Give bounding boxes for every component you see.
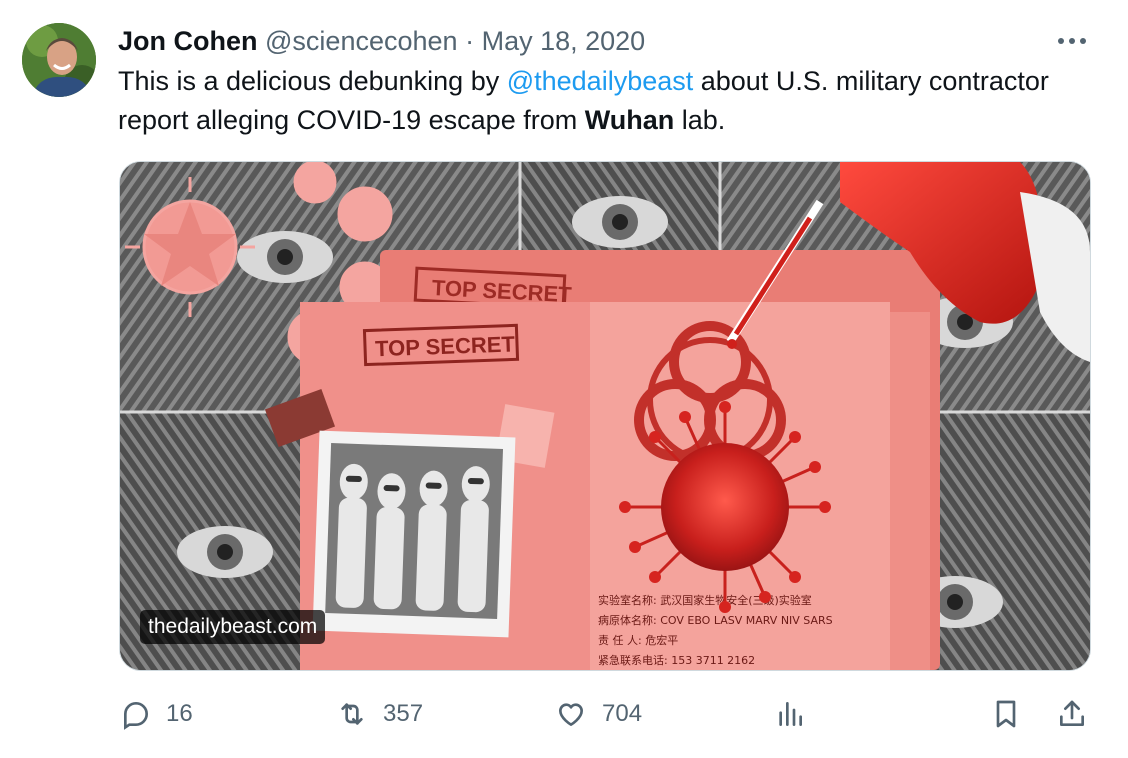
header-separator: ·: [465, 26, 475, 56]
retweet-icon: [335, 698, 369, 730]
more-options-button[interactable]: [1052, 24, 1092, 58]
retweet-button[interactable]: 357: [335, 690, 423, 738]
tweet-text-bold: Wuhan: [584, 105, 675, 135]
more-icon: [1057, 32, 1087, 50]
media-image[interactable]: TOP SECRET TOP SECRET 实验室名称: 武汉国家生物安全(三级…: [119, 161, 1091, 671]
like-button[interactable]: 704: [554, 690, 642, 738]
reply-button[interactable]: 16: [120, 690, 193, 738]
share-button[interactable]: [1056, 690, 1088, 738]
tweet-text-part1: This is a delicious debunking by: [118, 66, 507, 96]
avatar[interactable]: [22, 23, 96, 97]
coronavirus-illustration: [619, 401, 831, 613]
author-name[interactable]: Jon Cohen: [118, 26, 258, 56]
retweet-count: 357: [383, 700, 424, 727]
doc-line-1: 实验室名称: 武汉国家生物安全(三级)实验室: [598, 593, 812, 607]
doc-line-3: 责 任 人: 危宏平: [598, 633, 678, 647]
mention-link[interactable]: @thedailybeast: [507, 66, 694, 96]
bookmark-button[interactable]: [990, 690, 1022, 738]
like-count: 704: [602, 700, 643, 727]
stamp-text-front: TOP SECRET: [375, 331, 516, 361]
analytics-button[interactable]: [774, 690, 806, 738]
reply-count: 16: [166, 700, 193, 727]
tweet-date[interactable]: May 18, 2020: [482, 26, 646, 56]
tweet-actions: 16 357 704: [0, 690, 1128, 738]
tweet-text: This is a delicious debunking by @thedai…: [118, 62, 1078, 140]
reply-icon: [120, 698, 152, 730]
doc-line-4: 紧急联系电话: 153 3711 2162: [598, 653, 755, 667]
hazmat-photo: [312, 430, 516, 638]
bookmark-icon: [990, 698, 1022, 730]
doc-line-2: 病原体名称: COV EBO LASV MARV NIV SARS: [598, 613, 833, 627]
tweet-header: Jon Cohen @sciencecohen · May 18, 2020: [118, 24, 645, 58]
share-icon: [1056, 698, 1088, 730]
author-handle[interactable]: @sciencecohen: [265, 26, 458, 56]
tweet-card: Jon Cohen @sciencecohen · May 18, 2020 T…: [0, 0, 1128, 758]
like-icon: [554, 698, 588, 730]
media-source-label[interactable]: thedailybeast.com: [140, 610, 326, 644]
tweet-text-part3: lab.: [674, 105, 726, 135]
analytics-icon: [774, 698, 806, 730]
